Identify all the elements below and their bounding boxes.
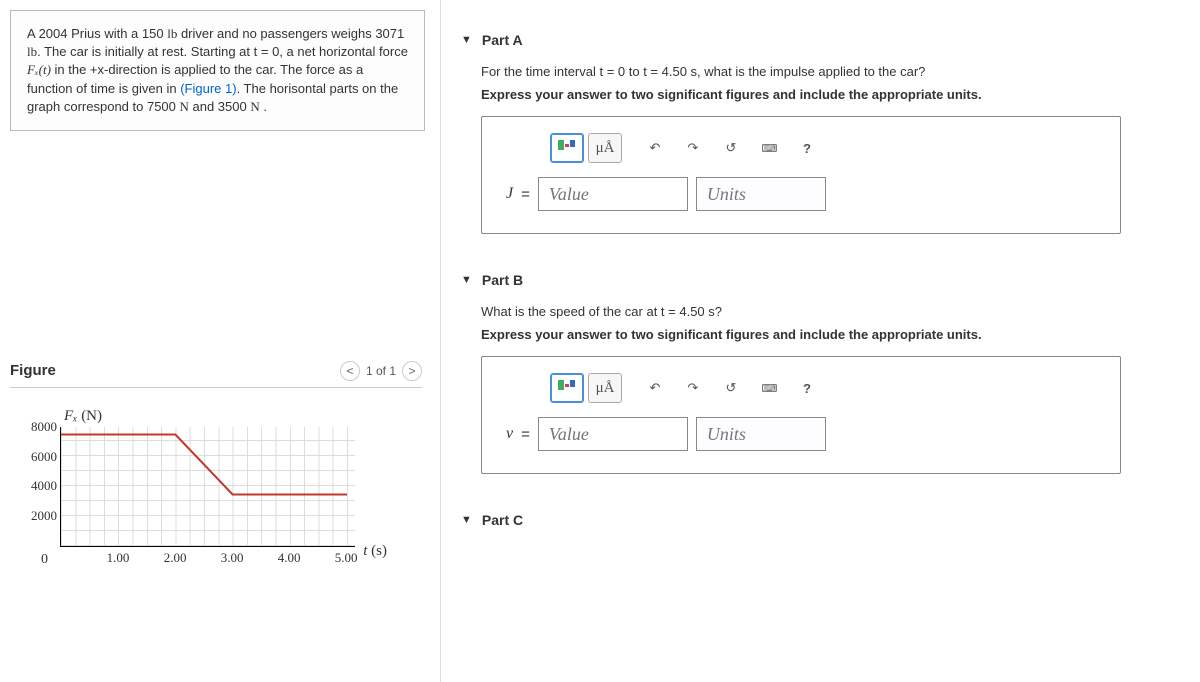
y-tick: 8000 xyxy=(31,419,57,435)
part-a-instruction: Express your answer to two significant f… xyxy=(481,87,1180,102)
part-b-question: What is the speed of the car at t = 4.50… xyxy=(481,304,1180,319)
part-a-body: For the time interval t = 0 to t = 4.50 … xyxy=(441,64,1200,254)
templates-button[interactable] xyxy=(550,133,584,163)
caret-down-icon: ▼ xyxy=(461,274,472,286)
part-b-body: What is the speed of the car at t = 4.50… xyxy=(441,304,1200,494)
graph-area: Fₓ (N) 8000 6000 4000 2000 1.00 2.00 3.0… xyxy=(10,408,422,547)
unit-lb: lb xyxy=(167,26,177,41)
unit-n: N xyxy=(180,99,189,114)
templates-button[interactable] xyxy=(550,373,584,403)
pager-label: 1 of 1 xyxy=(366,364,396,378)
x-tick: 4.00 xyxy=(278,550,301,566)
figure-header: Figure < 1 of 1 > xyxy=(10,361,422,388)
keyboard-button[interactable]: ⌨ xyxy=(752,133,786,163)
answer-toolbar: μÅ ↶ ↷ ↺ ⌨ ? xyxy=(550,133,1102,163)
figure-link[interactable]: (Figure 1) xyxy=(180,81,236,96)
special-chars-button[interactable]: μÅ xyxy=(588,133,622,163)
redo-button[interactable]: ↷ xyxy=(676,133,710,163)
reset-button[interactable]: ↺ xyxy=(714,133,748,163)
prev-figure-button[interactable]: < xyxy=(340,361,360,381)
part-b-answer-box: μÅ ↶ ↷ ↺ ⌨ ? v = xyxy=(481,356,1121,474)
undo-button[interactable]: ↶ xyxy=(638,133,672,163)
var-label-v: v xyxy=(506,425,513,443)
y-tick: 2000 xyxy=(31,508,57,524)
x-axis-label: t (s) xyxy=(363,543,387,560)
equals-sign: = xyxy=(521,186,530,203)
part-a-title: Part A xyxy=(482,32,523,48)
var-fx: Fₓ(t) xyxy=(27,62,51,77)
undo-button[interactable]: ↶ xyxy=(638,373,672,403)
y-var: Fₓ xyxy=(64,408,77,424)
part-c-title: Part C xyxy=(482,512,523,528)
special-chars-button[interactable]: μÅ xyxy=(588,373,622,403)
y-axis-label: Fₓ (N) xyxy=(64,408,422,425)
x-unit: (s) xyxy=(367,543,387,559)
help-button[interactable]: ? xyxy=(790,133,824,163)
part-b-instruction: Express your answer to two significant f… xyxy=(481,327,1180,342)
var-label-j: J xyxy=(506,185,513,203)
reset-button[interactable]: ↺ xyxy=(714,373,748,403)
figure-pager: < 1 of 1 > xyxy=(340,361,422,381)
caret-down-icon: ▼ xyxy=(461,514,472,526)
unit-lb: lb xyxy=(27,44,37,59)
x-tick: 5.00 xyxy=(335,550,358,566)
part-b-units-input[interactable] xyxy=(696,417,826,451)
x-tick: 3.00 xyxy=(221,550,244,566)
text: driver and no passengers weighs 3071 xyxy=(177,26,404,41)
text: . The car is initially at rest. Starting… xyxy=(37,44,408,59)
y-unit: (N) xyxy=(77,408,102,424)
text: . xyxy=(260,99,267,114)
caret-down-icon: ▼ xyxy=(461,34,472,46)
answer-toolbar: μÅ ↶ ↷ ↺ ⌨ ? xyxy=(550,373,1102,403)
keyboard-button[interactable]: ⌨ xyxy=(752,373,786,403)
part-a-units-input[interactable] xyxy=(696,177,826,211)
figure-title: Figure xyxy=(10,362,56,379)
y-tick: 4000 xyxy=(31,478,57,494)
part-b-header[interactable]: ▼ Part B xyxy=(441,254,1200,304)
part-c-header[interactable]: ▼ Part C xyxy=(441,494,1200,544)
x-tick: 2.00 xyxy=(164,550,187,566)
part-b-value-input[interactable] xyxy=(538,417,688,451)
text: A 2004 Prius with a 150 xyxy=(27,26,167,41)
part-a-header[interactable]: ▼ Part A xyxy=(441,14,1200,64)
part-a-question: For the time interval t = 0 to t = 4.50 … xyxy=(481,64,1180,79)
redo-button[interactable]: ↷ xyxy=(676,373,710,403)
part-a-answer-box: μÅ ↶ ↷ ↺ ⌨ ? J = xyxy=(481,116,1121,234)
help-button[interactable]: ? xyxy=(790,373,824,403)
text: and 3500 xyxy=(189,99,250,114)
part-b-title: Part B xyxy=(482,272,523,288)
part-a-value-input[interactable] xyxy=(538,177,688,211)
problem-statement: A 2004 Prius with a 150 lb driver and no… xyxy=(10,10,425,131)
force-time-graph: 8000 6000 4000 2000 1.00 2.00 3.00 4.00 … xyxy=(60,427,355,547)
y-tick: 6000 xyxy=(31,449,57,465)
next-figure-button[interactable]: > xyxy=(402,361,422,381)
x-tick: 1.00 xyxy=(107,550,130,566)
origin-label: 0 xyxy=(41,552,48,568)
unit-n: N xyxy=(250,99,259,114)
equals-sign: = xyxy=(521,426,530,443)
